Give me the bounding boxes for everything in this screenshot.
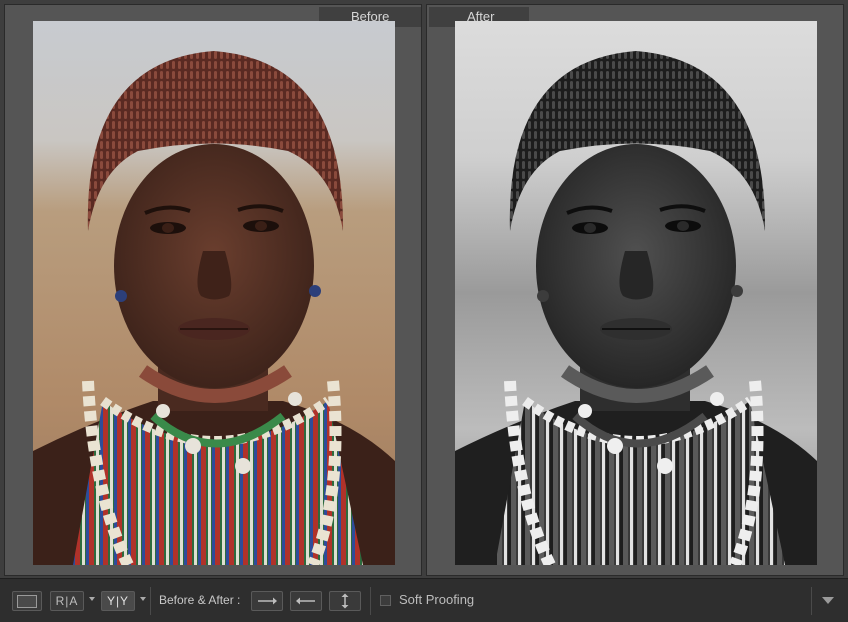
before-pane: Before xyxy=(4,4,422,576)
loupe-view-button[interactable] xyxy=(12,591,42,611)
arrow-right-icon xyxy=(258,597,277,605)
toolbar: R|A Y|Y Before & After : Soft Proofing xyxy=(0,578,848,622)
divider xyxy=(150,587,151,615)
swap-before-after-button[interactable] xyxy=(329,591,361,611)
after-pane: After xyxy=(426,4,844,576)
soft-proofing-checkbox[interactable] xyxy=(380,595,391,606)
copy-after-to-before-button[interactable] xyxy=(290,591,322,611)
top-bottom-view-button[interactable]: Y|Y xyxy=(101,591,135,611)
after-photo[interactable] xyxy=(455,21,817,565)
soft-proofing-label[interactable]: Soft Proofing xyxy=(399,592,474,607)
before-photo[interactable] xyxy=(33,21,395,565)
left-right-view-button[interactable]: R|A xyxy=(50,591,84,611)
view-yy-label: Y|Y xyxy=(106,594,130,608)
before-after-view: Before After R|A Y|Y Before & After: So… xyxy=(0,0,848,622)
chevron-down-icon[interactable] xyxy=(89,597,95,601)
triangle-down-icon[interactable] xyxy=(822,597,834,604)
chevron-down-icon[interactable] xyxy=(140,597,146,601)
arrow-left-icon xyxy=(296,597,315,605)
view-ra-label: R|A xyxy=(55,594,79,608)
single-view-icon xyxy=(17,594,37,608)
divider xyxy=(811,587,812,615)
swap-vertical-icon xyxy=(341,593,349,609)
before-after-label: Before & After : xyxy=(159,593,241,607)
copy-before-to-after-button[interactable] xyxy=(251,591,283,611)
divider xyxy=(370,587,371,615)
